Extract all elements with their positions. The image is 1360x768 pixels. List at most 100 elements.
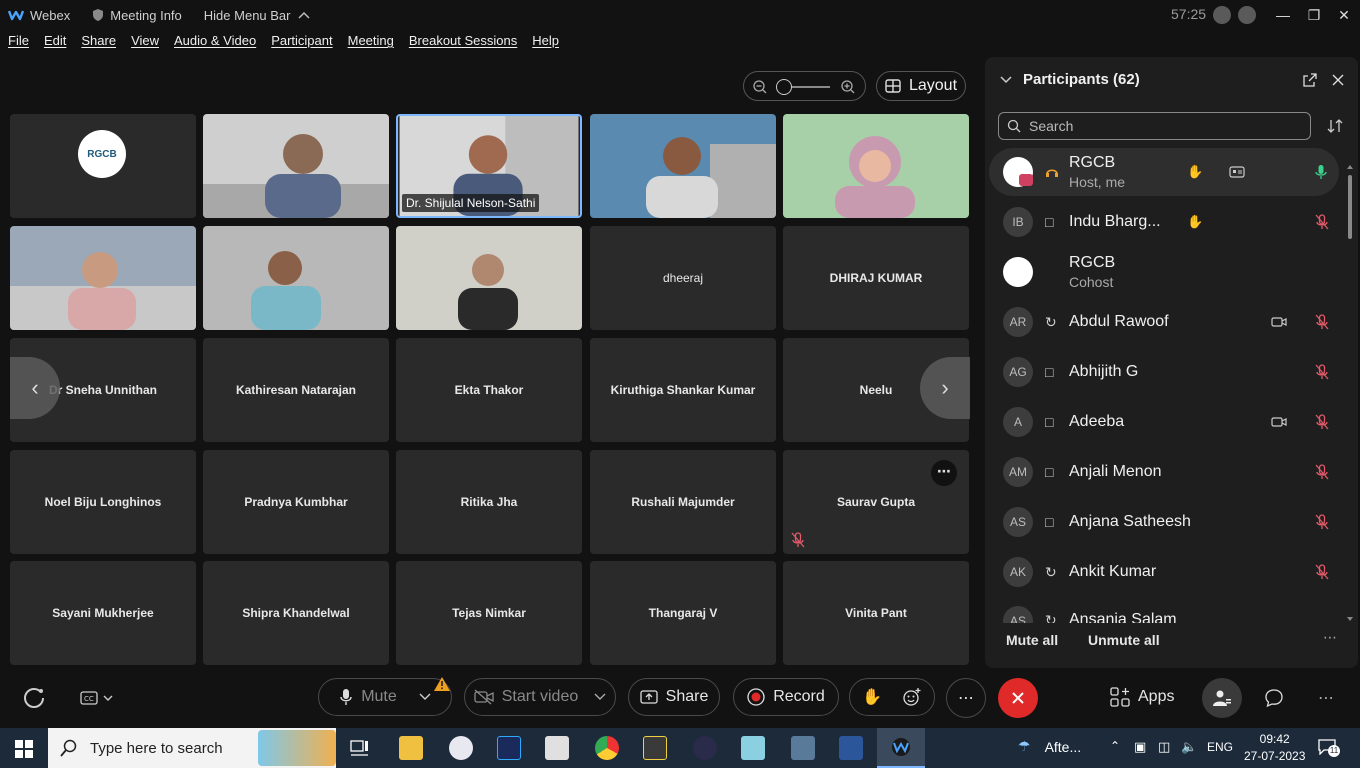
participant-row[interactable]: AG □ Abhijith G <box>989 348 1339 396</box>
tile-sayani-mukherjee[interactable]: Sayani Mukherjee <box>10 561 196 665</box>
menu-share[interactable]: Share <box>81 33 116 55</box>
participant-row-cohost[interactable]: RGCB Cohost <box>989 248 1339 296</box>
mic-muted-icon[interactable] <box>1315 314 1329 330</box>
chevron-down-icon[interactable] <box>419 693 431 701</box>
zoom-in-icon[interactable] <box>840 79 856 95</box>
scrollbar[interactable] <box>1347 163 1353 623</box>
meeting-info-button[interactable]: Meeting Info <box>92 8 182 23</box>
participant-row[interactable]: A □ Adeeba <box>989 398 1339 446</box>
task-view-icon[interactable] <box>350 738 370 758</box>
tile-thangaraj-v[interactable]: Thangaraj V <box>590 561 776 665</box>
participant-search-input[interactable]: Search <box>998 112 1311 140</box>
participants-toggle-button[interactable] <box>1202 678 1242 718</box>
taskbar-clock[interactable]: 09:42 27-07-2023 <box>1244 731 1305 765</box>
weather-widget[interactable]: ☂ Afte... <box>1018 738 1081 755</box>
menu-edit[interactable]: Edit <box>44 33 66 55</box>
chrome-icon[interactable] <box>595 736 619 760</box>
tile-noel-biju-longhinos[interactable]: Noel Biju Longhinos <box>10 450 196 554</box>
status-ring-icon[interactable] <box>14 678 54 718</box>
participant-row[interactable]: AK ↻ Ankit Kumar <box>989 548 1339 596</box>
participant-row[interactable]: IB □ Indu Bharg... ✋ <box>989 198 1339 246</box>
layout-button[interactable]: Layout <box>876 71 966 101</box>
webex-taskbar-button[interactable] <box>877 728 925 768</box>
more-options-icon[interactable]: ⋯ <box>1318 688 1334 708</box>
windows-start-icon[interactable] <box>15 740 33 758</box>
photoshop-icon[interactable] <box>497 736 521 760</box>
tile-video-5[interactable] <box>10 226 196 330</box>
captions-button[interactable]: CC <box>72 678 122 718</box>
contact-card-icon[interactable] <box>1229 166 1245 178</box>
raise-hand-icon[interactable]: ✋ <box>862 687 882 707</box>
meeting-tray-icon[interactable]: ▣ <box>1134 739 1146 755</box>
participant-row[interactable]: AR ↻ Abdul Rawoof <box>989 298 1339 346</box>
tile-rgcb[interactable]: RGCB <box>10 114 196 218</box>
tile-dheeraj[interactable]: dheeraj <box>590 226 776 330</box>
tile-kathiresan-natarajan[interactable]: Kathiresan Natarajan <box>203 338 389 442</box>
zoom-handle[interactable] <box>776 79 792 95</box>
zoom-slider[interactable] <box>743 71 866 101</box>
tile-kiruthiga-shankar-kumar[interactable]: Kiruthiga Shankar Kumar <box>590 338 776 442</box>
participant-row[interactable]: AS ↻ Ansania Salam <box>989 598 1339 623</box>
mic-muted-icon[interactable] <box>1315 514 1329 530</box>
tile-vinita-pant[interactable]: Vinita Pant <box>783 561 969 665</box>
tile-dhiraj-kumar[interactable]: DHIRAJ KUMAR <box>783 226 969 330</box>
restore-icon[interactable]: ❐ <box>1303 4 1325 26</box>
menu-participant[interactable]: Participant <box>271 33 332 55</box>
tile-video-1[interactable] <box>203 114 389 218</box>
sort-icon[interactable] <box>1327 118 1343 134</box>
hide-menu-bar-button[interactable]: Hide Menu Bar <box>204 8 311 23</box>
mic-on-icon[interactable] <box>1315 164 1327 180</box>
participants-header[interactable]: Participants (62) <box>999 71 1140 88</box>
notes-app-icon[interactable] <box>741 736 765 760</box>
unmute-all-button[interactable]: Unmute all <box>1088 632 1160 648</box>
tile-pradnya-kumbhar[interactable]: Pradnya Kumbhar <box>203 450 389 554</box>
menu-view[interactable]: View <box>131 33 159 55</box>
participant-row[interactable]: AS □ Anjana Satheesh <box>989 498 1339 546</box>
tile-tejas-nimkar[interactable]: Tejas Nimkar <box>396 561 582 665</box>
close-window-icon[interactable]: ✕ <box>1333 4 1355 26</box>
apps-button[interactable]: Apps <box>1110 687 1174 707</box>
more-options-button[interactable]: ⋯ <box>946 678 986 718</box>
network-app-icon[interactable] <box>791 736 815 760</box>
start-video-button[interactable]: Start video <box>464 678 616 716</box>
taskbar-search-input[interactable]: Type here to search <box>48 728 336 768</box>
mic-muted-icon[interactable] <box>1315 564 1329 580</box>
tile-ritika-jha[interactable]: Ritika Jha <box>396 450 582 554</box>
record-button[interactable]: Record <box>733 678 839 716</box>
mic-muted-icon[interactable] <box>1315 464 1329 480</box>
pop-out-icon[interactable] <box>1303 73 1317 87</box>
tile-ekta-thakor[interactable]: Ekta Thakor <box>396 338 582 442</box>
mute-button[interactable]: Mute <box>318 678 452 716</box>
more-options-icon[interactable]: ⋯ <box>931 460 957 486</box>
tile-video-6[interactable] <box>203 226 389 330</box>
network-icon[interactable]: ◫ <box>1158 739 1170 755</box>
status-icon[interactable] <box>1213 6 1231 24</box>
file-explorer-icon[interactable] <box>399 736 423 760</box>
participant-row[interactable]: AM □ Anjali Menon <box>989 448 1339 496</box>
share-button[interactable]: Share <box>628 678 720 716</box>
tile-active-speaker[interactable]: Dr. Shijulal Nelson-Sathi <box>396 114 582 218</box>
favorites-app-icon[interactable] <box>643 736 667 760</box>
chevron-down-icon[interactable] <box>594 693 606 701</box>
participant-row-host[interactable]: RGCB Host, me ✋ <box>989 148 1339 196</box>
mute-all-button[interactable]: Mute all <box>1006 632 1058 648</box>
menu-audio-video[interactable]: Audio & Video <box>174 33 256 55</box>
chevron-up-icon[interactable]: ⌃ <box>1110 739 1120 753</box>
tile-video-4[interactable] <box>783 114 969 218</box>
menu-help[interactable]: Help <box>532 33 559 55</box>
tile-video-7[interactable] <box>396 226 582 330</box>
chevron-down-icon[interactable] <box>999 75 1013 85</box>
close-panel-icon[interactable] <box>1332 74 1344 86</box>
more-options-icon[interactable]: ⋯ <box>1323 629 1337 646</box>
tile-shipra-khandelwal[interactable]: Shipra Khandelwal <box>203 561 389 665</box>
tile-rushali-majumder[interactable]: Rushali Majumder <box>590 450 776 554</box>
notification-center-button[interactable]: 11 <box>1318 739 1340 757</box>
menu-breakout-sessions[interactable]: Breakout Sessions <box>409 33 517 55</box>
eclipse-icon[interactable] <box>693 736 717 760</box>
paint-icon[interactable] <box>449 736 473 760</box>
acrobat-icon[interactable] <box>545 736 569 760</box>
word-icon[interactable] <box>839 736 863 760</box>
chat-button[interactable] <box>1254 678 1294 718</box>
network-stats-icon[interactable] <box>1238 6 1256 24</box>
menu-file[interactable]: File <box>8 33 29 55</box>
